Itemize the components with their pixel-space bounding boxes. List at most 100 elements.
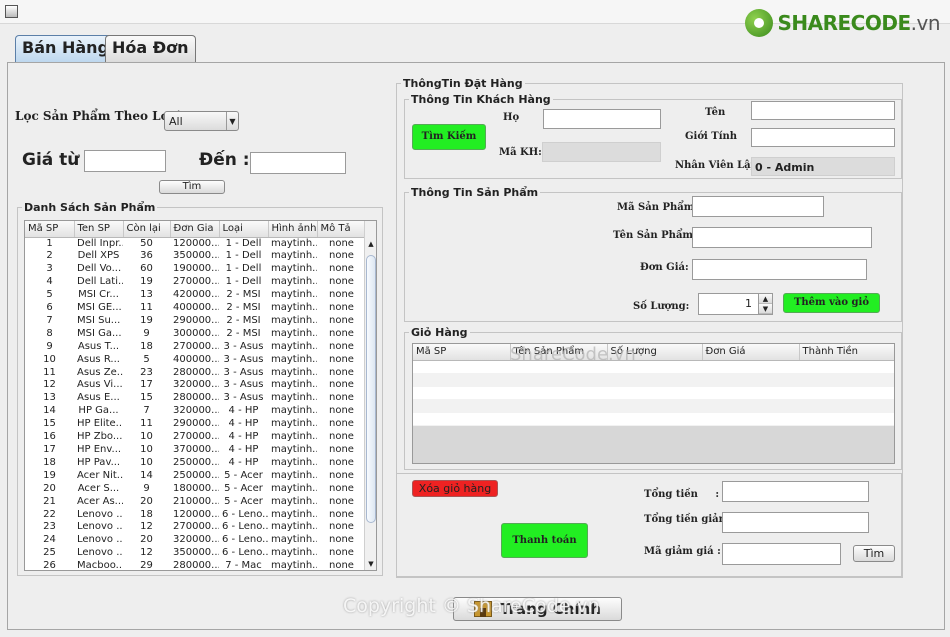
table-row[interactable]: 18 HP Pav... 10 250000... 4 - HP maytinh... no… — [25, 457, 366, 470]
table-row[interactable]: 13 Asus E... 15 280000... 3 - Asus maytinh...… — [25, 392, 366, 405]
add-to-cart-button[interactable]: Thêm vào giỏ — [783, 293, 880, 313]
table-row[interactable]: 4 Dell Lati... 19 270000... 1 - Dell maytinh.… — [25, 276, 366, 289]
cart-table[interactable]: Mã SP Tên Sản Phẩm Số Lượng Đơn Giá Thàn… — [413, 344, 894, 361]
product-table-header: Mã SP Ten SP Còn lại Đơn Gia Loại Hình ả… — [25, 221, 367, 238]
scroll-down-arrow-icon[interactable]: ▼ — [365, 558, 376, 570]
table-row[interactable]: 8 MSI Ga... 9 300000... 2 - MSI maytinh... non… — [25, 328, 366, 341]
table-row[interactable]: 24 Lenovo ... 20 320000... 6 - Leno... maytin… — [25, 534, 366, 547]
table-cell: none — [329, 405, 354, 417]
table-row[interactable]: 15 HP Elite... 11 290000... 4 - HP maytinh...… — [25, 418, 366, 431]
customer-search-button[interactable]: Tìm Kiếm — [412, 124, 486, 150]
cart-watermark: ShareCode.vn — [510, 344, 636, 365]
table-cell: Lenovo ... — [77, 547, 123, 559]
pay-button[interactable]: Thanh toán — [501, 523, 588, 558]
table-cell: 350000... — [173, 250, 219, 262]
product-name-input[interactable] — [692, 227, 872, 248]
table-cell: 15 — [43, 418, 56, 430]
quantity-spinner[interactable]: ▲ ▼ — [758, 294, 772, 314]
gender-input[interactable] — [751, 128, 895, 147]
category-select[interactable]: All ▼ — [164, 111, 239, 131]
unit-price-input[interactable] — [692, 259, 867, 280]
product-id-input[interactable] — [692, 196, 824, 217]
table-row[interactable]: 25 Lenovo ... 12 350000... 6 - Leno... maytin… — [25, 547, 366, 560]
table-row[interactable]: 16 HP Zbo... 10 270000... 4 - HP maytinh... no… — [25, 431, 366, 444]
column-header[interactable]: Còn lại — [123, 221, 171, 238]
chevron-down-icon: ▼ — [226, 112, 238, 130]
customer-id-field — [542, 142, 661, 162]
table-row[interactable]: 21 Acer As... 20 210000... 5 - Acer maytinh..… — [25, 496, 366, 509]
table-cell: none — [329, 431, 354, 443]
table-cell: maytinh... — [271, 263, 317, 275]
table-row[interactable]: 14 HP Ga... 7 320000... 4 - HP maytinh... none — [25, 405, 366, 418]
total-field[interactable] — [722, 481, 869, 502]
table-row[interactable]: 17 HP Env... 10 370000... 4 - HP maytinh... no… — [25, 444, 366, 457]
table-cell: maytinh... — [271, 392, 317, 404]
table-cell: 29 — [140, 560, 153, 571]
table-row[interactable]: 11 Asus Ze... 23 280000... 3 - Asus maytinh..… — [25, 367, 366, 380]
product-table[interactable]: Mã SP Ten SP Còn lại Đơn Gia Loại Hình ả… — [25, 221, 367, 571]
table-cell: maytinh... — [271, 534, 317, 546]
spinner-up-icon[interactable]: ▲ — [759, 294, 772, 304]
tab-hoa-don[interactable]: Hóa Đơn — [105, 35, 196, 62]
table-row[interactable]: 6 MSI GE... 11 400000... 2 - MSI maytinh... no… — [25, 302, 366, 315]
quantity-stepper[interactable]: 1 ▲ ▼ — [698, 293, 773, 315]
column-header[interactable]: Mã SP — [413, 344, 511, 361]
table-row[interactable]: 12 Asus Vi... 17 320000... 3 - Asus maytinh..… — [25, 379, 366, 392]
table-row[interactable]: 7 MSI Su... 19 290000... 2 - MSI maytinh... no… — [25, 315, 366, 328]
table-cell: none — [329, 456, 354, 468]
tab-ban-hang[interactable]: Bán Hàng — [15, 35, 116, 63]
spinner-down-icon[interactable]: ▼ — [759, 304, 772, 314]
table-row[interactable]: 26 Macboo... 29 280000... 7 - Mac maytinh... n… — [25, 560, 366, 571]
table-cell: MSI Ga... — [77, 327, 122, 339]
price-to-input[interactable] — [250, 152, 346, 174]
table-row[interactable]: 22 Lenovo ... 18 120000... 6 - Leno... maytin… — [25, 509, 366, 522]
column-header[interactable]: Ten SP — [74, 221, 124, 238]
table-cell: 19 — [43, 469, 56, 481]
table-cell: Asus T... — [77, 340, 120, 352]
coupon-search-button[interactable]: Tìm — [853, 545, 895, 562]
column-header[interactable]: Đơn Gia — [170, 221, 220, 238]
table-cell: 10 — [140, 456, 153, 468]
filter-search-button[interactable]: Tìm — [159, 180, 225, 194]
table-cell: 50 — [140, 237, 153, 249]
total-label: Tổng tiền : — [644, 489, 720, 500]
table-cell: 26 — [43, 560, 56, 571]
table-cell: 370000... — [173, 444, 219, 455]
scroll-up-arrow-icon[interactable]: ▲ — [365, 238, 376, 250]
table-cell: maytinh... — [271, 405, 317, 417]
column-header[interactable]: Mô Tả — [317, 221, 367, 238]
table-row[interactable]: 5 MSI Cr... 13 420000... 2 - MSI maytinh... no… — [25, 289, 366, 302]
table-cell: none — [329, 327, 354, 339]
table-row[interactable]: 3 Dell Vo... 60 190000... 1 - Dell maytinh...… — [25, 263, 366, 276]
table-cell: 420000... — [173, 289, 219, 301]
scrollbar-thumb[interactable] — [366, 255, 376, 523]
price-from-input[interactable] — [84, 150, 166, 172]
column-header[interactable]: Đơn Giá — [702, 344, 800, 361]
table-cell: 320000... — [173, 405, 219, 417]
first-name-input[interactable] — [751, 101, 895, 120]
coupon-input[interactable] — [722, 543, 841, 565]
table-cell: maytinh... — [271, 482, 317, 494]
table-row[interactable]: 2 Dell XPS 36 350000... 1 - Dell maytinh... no… — [25, 250, 366, 263]
table-row[interactable]: 9 Asus T... 18 270000... 3 - Asus maytinh... n… — [25, 341, 366, 354]
last-name-input[interactable] — [543, 109, 661, 129]
table-cell: 36 — [140, 250, 153, 262]
column-header[interactable]: Loại — [219, 221, 269, 238]
table-cell: 400000... — [173, 302, 219, 314]
table-row[interactable]: 20 Acer S... 9 180000... 5 - Acer maytinh... n… — [25, 483, 366, 496]
column-header[interactable]: Thành Tiền — [799, 344, 894, 361]
table-cell: 6 - Leno... — [222, 534, 268, 546]
column-header[interactable]: Mã SP — [25, 221, 75, 238]
table-cell: 3 - Asus — [223, 340, 264, 352]
table-cell: 25 — [43, 547, 56, 559]
table-cell: none — [329, 340, 354, 352]
discount-total-field[interactable] — [722, 512, 869, 533]
table-cell: 5 - Acer — [224, 495, 263, 507]
table-row[interactable]: 19 Acer Nit... 14 250000... 5 - Acer maytinh.… — [25, 470, 366, 483]
column-header[interactable]: Hình ảnh — [268, 221, 318, 238]
table-row[interactable]: 23 Lenovo ... 12 270000... 6 - Leno... maytin… — [25, 521, 366, 534]
product-table-scrollbar[interactable]: ▲ ▼ — [364, 221, 376, 570]
table-row[interactable]: 1 Dell Inpr... 50 120000... 1 - Dell maytinh.… — [25, 237, 366, 250]
clear-cart-button[interactable]: Xóa giỏ hàng — [412, 480, 498, 497]
table-row[interactable]: 10 Asus R... 5 400000... 3 - Asus maytinh... n… — [25, 354, 366, 367]
